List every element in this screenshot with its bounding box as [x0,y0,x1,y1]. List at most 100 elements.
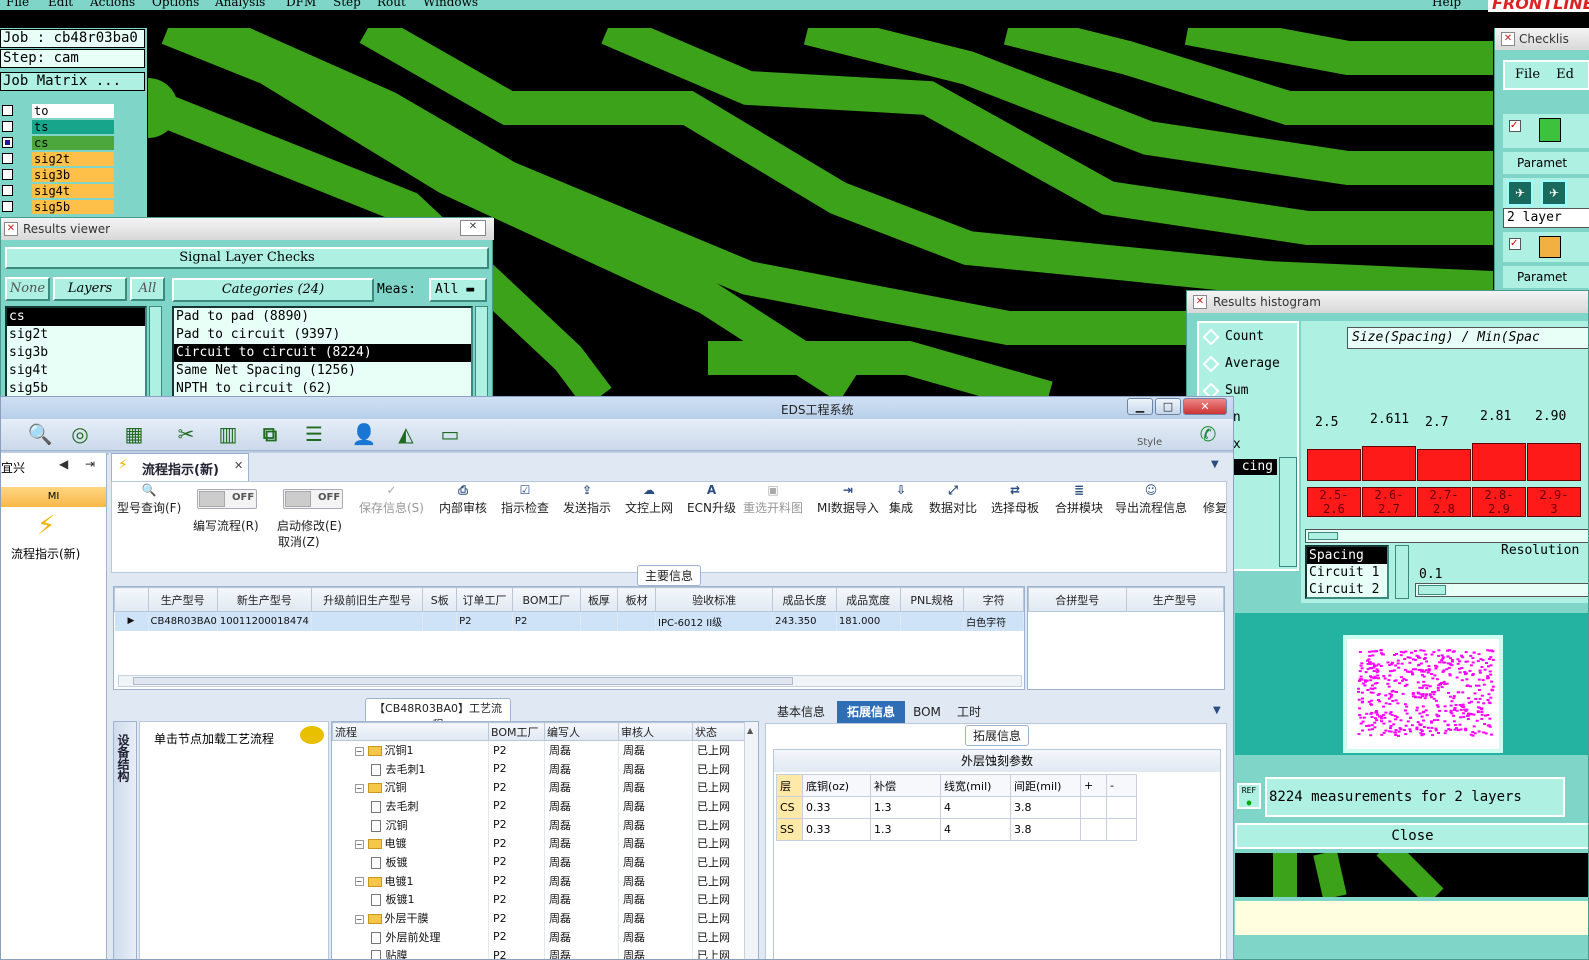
table-cell[interactable]: SS [776,818,803,841]
tree-row[interactable]: − 外层干膜 P2 周磊 周磊 已上网 [332,908,747,928]
category-item[interactable]: Circuit to circuit (8224) [174,344,471,362]
layer-checkbox[interactable] [2,153,13,164]
eds-titlebar[interactable]: EDS工程系统 ▁ □ ✕ [1,397,1233,419]
column-header[interactable]: 流程 [332,722,489,741]
tree-row[interactable]: 板镀 P2 周磊 周磊 已上网 [332,852,747,872]
layer-row[interactable]: cs [2,136,142,150]
menu-options[interactable]: Options [152,0,199,9]
table-cell[interactable]: 181.000 [836,611,901,631]
toolbar-button[interactable]: ⇥ MI数据导入 [817,483,879,516]
column-header[interactable]: 字符 [963,587,1024,612]
cancel-label[interactable]: 取消(Z) [278,533,320,550]
layer-checkbox[interactable] [2,201,13,212]
tree-vscrollbar[interactable]: ▲ [744,722,758,959]
toolbar-button[interactable]: ⎙ 内部审核 [439,483,487,516]
legend-item[interactable]: Spacing [1307,547,1387,564]
column-header[interactable]: 板材 [617,587,657,612]
layer-name[interactable]: cs [32,136,114,150]
table-cell[interactable]: 0.33 [802,796,871,819]
column-header[interactable]: 验收标准 [655,587,774,612]
menu-windows[interactable]: Windows [423,0,478,9]
tab-list-dropdown-icon[interactable]: ▼ [1211,459,1219,470]
table-cell[interactable]: 1.3 [870,796,941,819]
category-list[interactable]: Pad to pad (8890) Pad to circuit (9397) Ci… [172,306,473,398]
layer-row[interactable]: ts [2,120,142,134]
table-cell[interactable] [311,611,424,631]
toolbar-button[interactable]: ☁ 文控上网 [625,483,673,516]
tree-node[interactable]: 贴膜 [332,946,489,959]
tree-row[interactable]: − 沉铜1 P2 周磊 周磊 已上网 [332,740,747,760]
run-icon[interactable]: ✈ [1507,180,1533,206]
checklist-menu-edit[interactable]: Ed [1556,67,1574,82]
toolbar-button[interactable]: 编写流程(R) [193,517,259,534]
close-icon[interactable]: ✕ [1183,398,1227,415]
tree-node[interactable]: − 外层干膜 [332,908,489,928]
meas-dropdown[interactable]: All ▬ [429,278,487,302]
histogram-bar[interactable] [1417,449,1471,481]
column-header[interactable]: 成品长度 [772,587,837,612]
process-tree-grid[interactable]: 流程 BOM工厂 编写人 审核人 状态 − 沉铜1 P2 周磊 周磊 已上网 去毛刺1 P2 周磊 周磊 已上… [331,721,759,959]
legend-item[interactable]: Circuit 1 [1307,564,1387,581]
menu-file[interactable]: File [6,0,29,9]
layer-name[interactable]: to [32,104,114,118]
run-icon[interactable]: ✈ [1541,180,1567,206]
legend-item[interactable]: Circuit 2 [1307,581,1387,598]
table-cell[interactable]: 白色字符 [963,611,1024,631]
none-button[interactable]: None [5,277,50,301]
tree-node[interactable]: 板镀 [332,852,489,872]
aggregate-radio[interactable]: Count [1201,328,1264,345]
result-layer-item[interactable]: sig3b [7,344,145,362]
check-icon[interactable]: ✓ [1509,120,1521,132]
category-item[interactable]: Pad to circuit (9397) [174,326,471,344]
aggregate-scrollbar[interactable] [1279,457,1297,567]
menu-help[interactable]: Help [1432,0,1461,9]
table-cell[interactable]: 3.8 [1010,796,1081,819]
menu-actions[interactable]: Actions [90,0,135,9]
menu-step[interactable]: Step [333,0,361,9]
close-button[interactable]: Close [1235,823,1588,849]
categories-button[interactable]: Categories (24) [172,278,374,302]
collapse-icon[interactable]: − [354,877,364,887]
table-row[interactable]: SS 0.33 1.3 4 3.8 [776,818,1137,841]
toolbar-button[interactable]: ✓ 保存信息(S) [359,483,424,516]
minimize-icon[interactable]: ▁ [1127,398,1153,415]
column-header[interactable]: 新生产型号 [216,587,312,612]
info-tab[interactable]: 工时 [949,701,989,723]
tree-node[interactable]: 外层前处理 [332,927,489,947]
table-cell[interactable]: 3.8 [1010,818,1081,841]
table-cell[interactable]: 10011200018474 [217,611,312,631]
start-modify-toggle[interactable]: OFF [283,489,343,509]
user-icon[interactable]: 👤 [351,423,377,445]
column-header[interactable]: 成品宽度 [835,587,901,612]
layer-checkbox[interactable] [2,137,13,148]
collapse-icon[interactable]: − [354,746,364,756]
column-header[interactable]: BOM工厂 [511,587,581,612]
tree-node[interactable]: 去毛刺1 [332,759,489,778]
collapse-icon[interactable]: − [354,839,364,849]
tree-row[interactable]: − 电镀1 P2 周磊 周磊 已上网 [332,871,747,890]
column-header[interactable]: 间距(mil) [1010,774,1081,797]
main-grid-hscrollbar[interactable] [118,675,1022,687]
layer-row[interactable]: sig4t [2,184,142,198]
menu-analysis[interactable]: Analysis [215,0,265,9]
main-info-grid[interactable]: 生产型号 新生产型号 升级前旧生产型号 S板 订单工厂 BOM工厂 板厚 板材 验收标准 成品长度… [113,586,1025,690]
toolbar-button[interactable]: ⇪ 发送指示 [563,483,611,516]
toolbar-button[interactable]: ▣ 重选开料图 [743,483,803,516]
column-header[interactable]: 升级前旧生产型号 [310,587,424,612]
table-cell[interactable]: P2 [512,611,581,631]
layer-name[interactable]: sig5b [32,200,114,214]
table-cell[interactable]: 1.3 [870,818,941,841]
tree-row[interactable]: − 电镀 P2 周磊 周磊 已上网 [332,833,747,853]
table-cell[interactable] [900,611,965,631]
column-header[interactable]: PNL规格 [899,587,965,612]
scroll-thumb[interactable] [1308,532,1338,540]
nav-back-icon[interactable]: ◀ [59,457,68,471]
tab-close-icon[interactable]: ✕ [234,459,243,472]
maximize-icon[interactable]: □ [1155,398,1181,415]
tree-row[interactable]: 外层前处理 P2 周磊 周磊 已上网 [332,927,747,947]
chart-icon[interactable]: ◭ [393,423,419,445]
ref-button[interactable]: REF● [1237,783,1261,809]
column-header[interactable]: 合拼型号 [1028,587,1127,612]
table-cell[interactable]: 0.33 [802,818,871,841]
column-header[interactable]: 线宽(mil) [940,774,1011,797]
